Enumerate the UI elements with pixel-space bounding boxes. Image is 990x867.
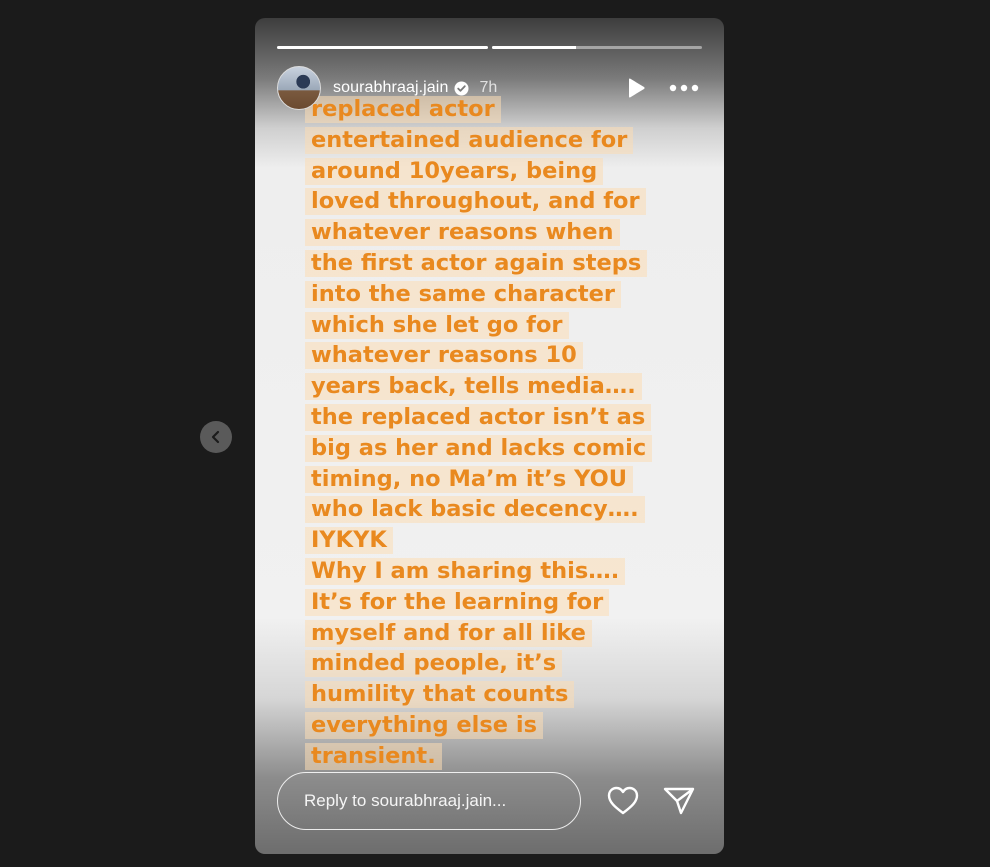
- story-text-line: big as her and lacks comic: [305, 433, 705, 464]
- story-text-span: humility that counts: [305, 681, 575, 709]
- story-text-span: whatever reasons when: [305, 219, 620, 247]
- chevron-left-icon: [211, 430, 220, 444]
- post-time: 7h: [479, 79, 498, 96]
- send-icon: [663, 787, 695, 815]
- story-text-span: into the same character: [305, 280, 622, 308]
- story-text-span: minded people, it’s: [305, 650, 563, 678]
- story-text-span: years back, tells media….: [305, 373, 642, 401]
- play-icon: [629, 78, 645, 98]
- story-text-span: whatever reasons 10: [305, 342, 583, 370]
- story-text-line: IYKYK: [305, 525, 705, 556]
- story-footer: [277, 771, 702, 831]
- heart-icon: [607, 786, 639, 815]
- story-viewer: sourabhraaj.jain 7h replaced actor enter…: [0, 0, 990, 867]
- story-text-line: years back, tells media….: [305, 371, 705, 402]
- story-text-line: humility that counts: [305, 679, 705, 710]
- progress-fill: [277, 46, 488, 49]
- play-button[interactable]: [622, 74, 650, 102]
- story-text-span: who lack basic decency….: [305, 496, 645, 524]
- story-text-line: the replaced actor isn’t as: [305, 402, 705, 433]
- story-text-span: which she let go for: [305, 311, 569, 339]
- story-text-span: timing, no Ma’m it’s YOU: [305, 465, 633, 493]
- story-text-line: Why I am sharing this….: [305, 556, 705, 587]
- story-text-line: whatever reasons 10: [305, 340, 705, 371]
- verified-badge-icon: [454, 81, 469, 96]
- story-text-span: entertained audience for: [305, 126, 634, 154]
- story-text-span: the first actor again steps: [305, 249, 648, 277]
- story-text-line: into the same character: [305, 279, 705, 310]
- story-text-span: IYKYK: [305, 527, 393, 555]
- story-text-line: myself and for all like: [305, 618, 705, 649]
- share-button[interactable]: [661, 783, 697, 819]
- story-text-line: whatever reasons when: [305, 217, 705, 248]
- story-text-line: which she let go for: [305, 310, 705, 341]
- story-text-line: entertained audience for: [305, 125, 705, 156]
- previous-story-button[interactable]: [200, 421, 232, 453]
- story-text-span: the replaced actor isn’t as: [305, 403, 652, 431]
- story-text-span: big as her and lacks comic: [305, 434, 653, 462]
- story-text-line: minded people, it’s: [305, 648, 705, 679]
- story-progress-bar: [277, 46, 702, 49]
- username[interactable]: sourabhraaj.jain: [333, 79, 448, 97]
- progress-fill: [491, 46, 576, 49]
- story-text-span: around 10years, being: [305, 157, 604, 185]
- more-horizontal-icon: [669, 84, 699, 92]
- like-button[interactable]: [605, 783, 641, 819]
- story-text-line: the first actor again steps: [305, 248, 705, 279]
- story-text-span: loved throughout, and for: [305, 188, 646, 216]
- story-text-line: timing, no Ma’m it’s YOU: [305, 464, 705, 495]
- story-text-line: loved throughout, and for: [305, 186, 705, 217]
- progress-segment: [491, 46, 702, 49]
- story-header: sourabhraaj.jain 7h: [277, 66, 702, 110]
- reply-input[interactable]: [277, 772, 581, 830]
- story-text-span: transient.: [305, 742, 442, 770]
- progress-segment: [277, 46, 488, 49]
- story-text-line: who lack basic decency….: [305, 494, 705, 525]
- story-text-line: transient.: [305, 741, 705, 772]
- more-options-button[interactable]: [666, 74, 702, 102]
- story-text-block: replaced actor entertained audience for …: [305, 94, 705, 772]
- story-text-span: everything else is: [305, 711, 543, 739]
- story-text-line: everything else is: [305, 710, 705, 741]
- story-text-line: It’s for the learning for: [305, 587, 705, 618]
- story-text-span: It’s for the learning for: [305, 588, 610, 616]
- story-text-line: around 10years, being: [305, 156, 705, 187]
- story-card[interactable]: sourabhraaj.jain 7h replaced actor enter…: [255, 18, 724, 854]
- avatar[interactable]: [277, 66, 321, 110]
- story-text-span: Why I am sharing this….: [305, 557, 626, 585]
- story-text-span: myself and for all like: [305, 619, 592, 647]
